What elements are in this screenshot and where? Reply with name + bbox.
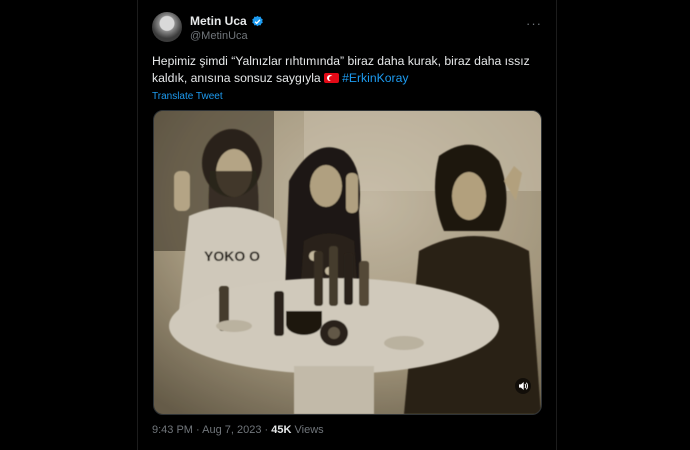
- author-handle[interactable]: @MetinUca: [190, 30, 248, 42]
- meta-separator: ·: [192, 424, 203, 436]
- author-name-row: Metin Uca: [190, 14, 264, 28]
- tweet-text-body: Hepimiz şimdi “Yalnızlar rıhtımında” bir…: [152, 54, 530, 85]
- more-options-icon[interactable]: ···: [526, 16, 542, 31]
- tweet-date[interactable]: Aug 7, 2023: [202, 424, 261, 436]
- tweet-header: Metin Uca @MetinUca ···: [152, 12, 542, 52]
- tweet-time[interactable]: 9:43 PM: [152, 424, 193, 436]
- tweet-text: Hepimiz şimdi “Yalnızlar rıhtımında” bir…: [152, 53, 547, 87]
- tweet-meta: 9:43 PM · Aug 7, 2023 · 45K Views: [152, 424, 324, 436]
- video-frame: YOKO O: [154, 111, 541, 414]
- meta-separator: ·: [261, 424, 272, 436]
- translate-tweet-link[interactable]: Translate Tweet: [152, 91, 223, 102]
- tweet-card: Metin Uca @MetinUca ··· Hepimiz şimdi “Y…: [137, 0, 557, 450]
- verified-badge-icon: [251, 15, 263, 26]
- author-name[interactable]: Metin Uca: [190, 14, 247, 28]
- turkey-flag-icon: [324, 73, 340, 83]
- tweet-video[interactable]: YOKO O: [153, 110, 542, 415]
- avatar[interactable]: [152, 12, 182, 42]
- hashtag-link[interactable]: #ErkinKoray: [342, 71, 408, 85]
- views-count: 45K: [271, 424, 292, 436]
- views-label: Views: [294, 424, 324, 436]
- speaker-icon[interactable]: [515, 378, 531, 394]
